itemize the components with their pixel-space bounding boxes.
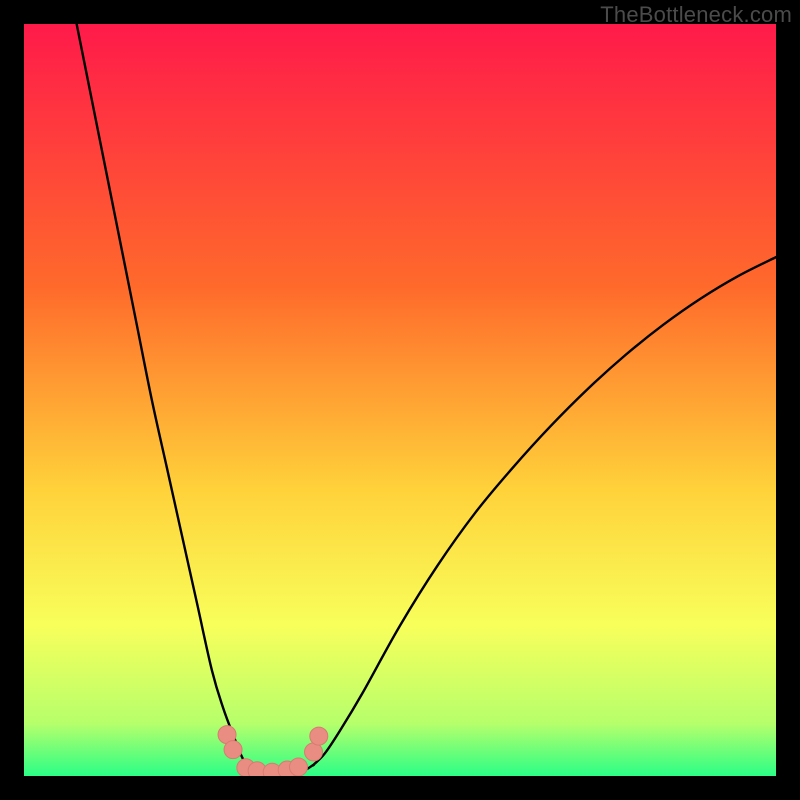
gradient-bg [24, 24, 776, 776]
valley-marker [310, 727, 328, 745]
valley-marker [224, 741, 242, 759]
plot-svg [24, 24, 776, 776]
plot-area [24, 24, 776, 776]
watermark-text: TheBottleneck.com [600, 2, 792, 28]
chart-frame: TheBottleneck.com [0, 0, 800, 800]
valley-marker [289, 758, 307, 776]
valley-marker [305, 743, 323, 761]
